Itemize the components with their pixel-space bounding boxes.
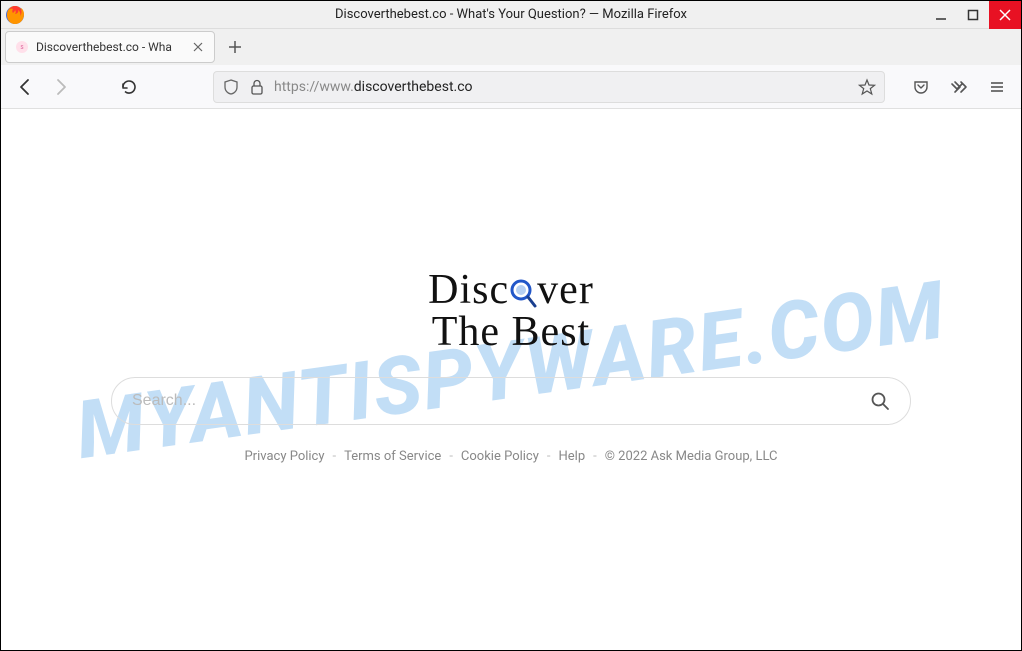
svg-text:S: S xyxy=(21,45,24,51)
lock-icon[interactable] xyxy=(248,78,266,96)
back-button[interactable] xyxy=(9,71,41,103)
page-content: MYANTISPYWARE.COM Discver The Best Priva… xyxy=(1,109,1021,650)
link-privacy[interactable]: Privacy Policy xyxy=(244,449,324,464)
app-menu-button[interactable] xyxy=(981,71,1013,103)
search-input[interactable] xyxy=(132,392,860,410)
forward-button[interactable] xyxy=(45,71,77,103)
window-controls xyxy=(925,1,1021,29)
search-icon[interactable] xyxy=(870,391,890,411)
minimize-button[interactable] xyxy=(925,1,957,29)
url-prefix: https://www. xyxy=(274,79,354,95)
url-domain: discoverthebest.co xyxy=(354,79,473,95)
search-page: Discver The Best Privacy Policy - Terms … xyxy=(1,109,1021,650)
site-logo: Discver The Best xyxy=(428,269,594,353)
logo-text-1b: ver xyxy=(537,267,594,313)
close-button[interactable] xyxy=(989,1,1021,29)
link-terms[interactable]: Terms of Service xyxy=(344,449,441,464)
search-box[interactable] xyxy=(111,377,911,425)
tab-close-icon[interactable] xyxy=(190,39,206,55)
tab-favicon-icon: S xyxy=(14,39,30,55)
new-tab-button[interactable] xyxy=(221,33,249,61)
reload-button[interactable] xyxy=(113,71,145,103)
separator: - xyxy=(547,449,551,464)
tab-title: Discoverthebest.co - Wha xyxy=(36,40,184,54)
separator: - xyxy=(333,449,337,464)
link-cookie[interactable]: Cookie Policy xyxy=(461,449,539,464)
shield-icon[interactable] xyxy=(222,78,240,96)
separator: - xyxy=(593,449,597,464)
window-title: Discoverthebest.co - What's Your Questio… xyxy=(1,7,1021,22)
tab-strip: S Discoverthebest.co - Wha xyxy=(1,29,1021,65)
copyright-text: © 2022 Ask Media Group, LLC xyxy=(605,449,778,464)
url-text[interactable]: https://www.discoverthebest.co xyxy=(274,79,850,95)
logo-text-2: The Best xyxy=(428,311,594,353)
logo-magnifier-icon xyxy=(509,278,537,308)
url-bar[interactable]: https://www.discoverthebest.co xyxy=(213,71,885,103)
separator: - xyxy=(449,449,453,464)
footer-links: Privacy Policy - Terms of Service - Cook… xyxy=(244,449,777,464)
logo-text-1a: Disc xyxy=(428,267,509,313)
browser-toolbar: https://www.discoverthebest.co xyxy=(1,65,1021,109)
pocket-button[interactable] xyxy=(905,71,937,103)
link-help[interactable]: Help xyxy=(558,449,585,464)
window-titlebar: Discoverthebest.co - What's Your Questio… xyxy=(1,1,1021,29)
bookmark-star-icon[interactable] xyxy=(858,78,876,96)
firefox-icon xyxy=(1,1,29,29)
maximize-button[interactable] xyxy=(957,1,989,29)
browser-tab[interactable]: S Discoverthebest.co - Wha xyxy=(5,31,215,63)
